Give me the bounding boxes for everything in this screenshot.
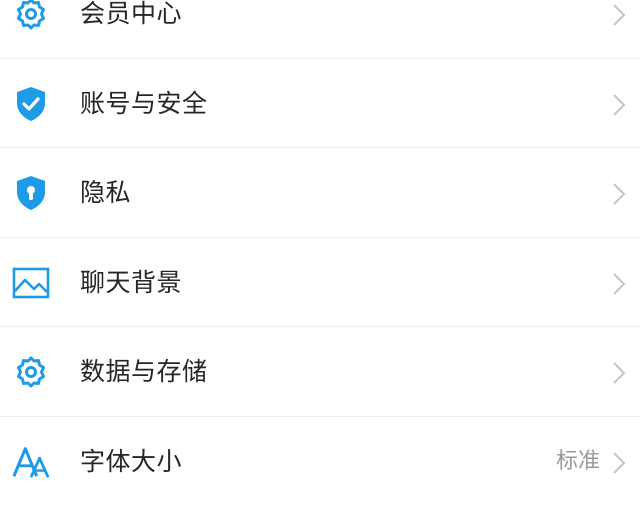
chevron-right-icon bbox=[610, 271, 628, 297]
settings-item-account-security[interactable]: 账号与安全 bbox=[0, 59, 640, 149]
chevron-right-icon bbox=[610, 181, 628, 207]
shield-check-icon bbox=[12, 85, 50, 123]
settings-item-label: 数据与存储 bbox=[80, 357, 208, 387]
settings-item-label: 聊天背景 bbox=[80, 268, 182, 298]
settings-item-label: 字体大小 bbox=[80, 447, 182, 477]
gear-icon bbox=[12, 353, 50, 391]
settings-item-membership[interactable]: 会员中心 bbox=[0, 0, 640, 59]
shield-keyhole-icon bbox=[12, 174, 50, 212]
settings-item-chat-background[interactable]: 聊天背景 bbox=[0, 238, 640, 328]
settings-item-label: 隐私 bbox=[80, 178, 131, 208]
image-icon bbox=[12, 264, 50, 302]
font-size-icon bbox=[12, 443, 50, 481]
chevron-right-icon bbox=[610, 450, 628, 476]
chevron-right-icon bbox=[610, 2, 628, 28]
settings-item-label: 账号与安全 bbox=[80, 89, 208, 119]
gear-icon bbox=[12, 0, 50, 33]
chevron-right-icon bbox=[610, 92, 628, 118]
settings-item-label: 会员中心 bbox=[80, 0, 182, 29]
font-size-value: 标准 bbox=[556, 449, 600, 475]
settings-item-privacy[interactable]: 隐私 bbox=[0, 148, 640, 238]
settings-item-font-size[interactable]: 字体大小 标准 bbox=[0, 417, 640, 506]
settings-item-data-storage[interactable]: 数据与存储 bbox=[0, 327, 640, 417]
chevron-right-icon bbox=[610, 360, 628, 386]
settings-list: 会员中心 账号与安全 隐私 bbox=[0, 0, 640, 506]
